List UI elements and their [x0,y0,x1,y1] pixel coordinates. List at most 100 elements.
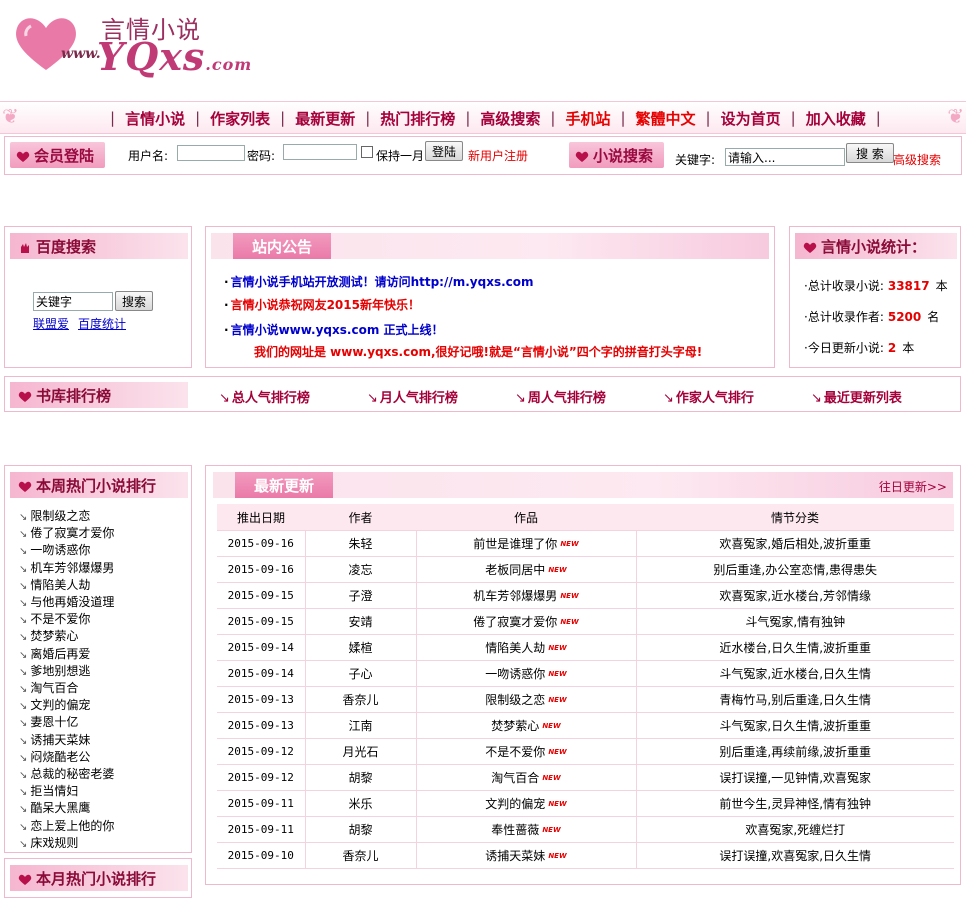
author-text[interactable]: 月光石 [342,745,378,759]
nav-link[interactable]: 最新更新 [295,108,355,129]
author-text[interactable]: 子心 [348,667,372,681]
cell-title[interactable]: 限制级之恋 NEW [416,686,637,713]
keyword-input[interactable] [725,148,845,166]
cell-title[interactable]: 老板同居中 NEW [416,556,637,583]
advanced-search-link[interactable]: 高级搜索 [893,151,941,168]
weekly-hot-item[interactable]: ↘ 离婚后再爱 [19,645,90,662]
author-text[interactable]: 安靖 [348,615,372,629]
ranking-link[interactable]: ↘ 周人气排行榜 [515,387,606,406]
site-logo[interactable]: 言情小说 www. YQxs.com [5,6,251,79]
weekly-hot-item[interactable]: ↘ 闷烧酷老公 [19,748,90,765]
weekly-hot-item[interactable]: ↘ 淘气百合 [19,679,78,696]
cell-title[interactable]: 诱捕天菜妹 NEW [416,842,637,869]
cell-author[interactable]: 月光石 [305,738,417,765]
cell-author[interactable]: 子心 [305,660,417,687]
cell-author[interactable]: 凌忘 [305,556,417,583]
author-text[interactable]: 香奈儿 [342,849,378,863]
cell-title[interactable]: 一吻诱惑你 NEW [416,660,637,687]
title-text[interactable]: 前世是谁理了你 [473,537,557,551]
baidu-search-input[interactable] [33,292,113,311]
nav-link[interactable]: 加入收藏 [806,108,866,129]
author-text[interactable]: 米乐 [348,797,372,811]
baidu-search-button[interactable]: 搜索 [115,291,153,311]
weekly-hot-item[interactable]: ↘ 焚梦萦心 [19,627,78,644]
title-text[interactable]: 限制级之恋 [485,693,545,707]
cell-title[interactable]: 机车芳邻爆爆男 NEW [416,582,637,609]
weekly-hot-item[interactable]: ↘ 恋上爱上他的你 [19,817,114,834]
notice-line[interactable]: 我们的网址是 www.yqxs.com,很好记哦!就是“言情小说”四个字的拼音打… [254,343,702,360]
remember-checkbox[interactable] [361,146,373,158]
weekly-hot-item[interactable]: ↘ 倦了寂寞才爱你 [19,524,114,541]
title-text[interactable]: 奉性蔷薇 [491,823,539,837]
nav-link[interactable]: 高级搜索 [480,108,540,129]
cell-author[interactable]: 江南 [305,712,417,739]
ranking-link[interactable]: ↘ 作家人气排行 [663,387,754,406]
weekly-hot-item[interactable]: ↘ 床戏规则 [19,834,78,851]
weekly-hot-item[interactable]: ↘ 酷呆大黑鹰 [19,799,90,816]
author-text[interactable]: 凌忘 [348,563,372,577]
weekly-hot-item[interactable]: ↘ 不是不爱你 [19,610,90,627]
username-input[interactable] [177,145,245,161]
search-button[interactable]: 搜 索 [846,143,894,163]
author-text[interactable]: 子澄 [348,589,372,603]
title-text[interactable]: 情陷美人劫 [485,641,545,655]
author-text[interactable]: 媃楦 [348,641,372,655]
nav-link[interactable]: 繁體中文 [636,108,696,129]
weekly-hot-item[interactable]: ↘ 爹地别想逃 [19,662,90,679]
cell-title[interactable]: 前世是谁理了你 NEW [416,530,637,557]
ranking-link[interactable]: ↘ 最近更新列表 [811,387,902,406]
cell-author[interactable]: 子澄 [305,582,417,609]
title-text[interactable]: 老板同居中 [485,563,545,577]
cell-title[interactable]: 焚梦萦心 NEW [416,712,637,739]
author-text[interactable]: 胡黎 [348,771,372,785]
union-link[interactable]: 联盟爱 [33,315,69,332]
nav-link[interactable]: 作家列表 [210,108,270,129]
author-text[interactable]: 香奈儿 [342,693,378,707]
cell-author[interactable]: 胡黎 [305,764,417,791]
cell-title[interactable]: 奉性蔷薇 NEW [416,816,637,843]
weekly-hot-item[interactable]: ↘ 情陷美人劫 [19,576,90,593]
cell-author[interactable]: 媃楦 [305,634,417,661]
notice-line[interactable]: · 言情小说www.yqxs.com 正式上线！ [224,321,444,338]
title-text[interactable]: 焚梦萦心 [491,719,539,733]
author-text[interactable]: 胡黎 [348,823,372,837]
cell-author[interactable]: 米乐 [305,790,417,817]
title-text[interactable]: 诱捕天菜妹 [485,849,545,863]
notice-line[interactable]: · 言情小说恭祝网友2015新年快乐！ [224,296,420,313]
cell-author[interactable]: 安靖 [305,608,417,635]
cell-title[interactable]: 文判的偏宠 NEW [416,790,637,817]
cell-author[interactable]: 胡黎 [305,816,417,843]
weekly-hot-item[interactable]: ↘ 与他再婚没道理 [19,593,114,610]
weekly-hot-item[interactable]: ↘ 诱捕天菜妹 [19,731,90,748]
cell-author[interactable]: 香奈儿 [305,686,417,713]
cell-title[interactable]: 淘气百合 NEW [416,764,637,791]
weekly-hot-item[interactable]: ↘ 拒当情妇 [19,782,78,799]
ranking-link[interactable]: ↘ 总人气排行榜 [219,387,310,406]
notice-line[interactable]: · 言情小说手机站开放测试！请访问http://m.yqxs.com [224,273,534,290]
title-text[interactable]: 机车芳邻爆爆男 [473,589,557,603]
baidu-stats-link[interactable]: 百度统计 [78,315,126,332]
title-text[interactable]: 淘气百合 [491,771,539,785]
cell-title[interactable]: 情陷美人劫 NEW [416,634,637,661]
nav-link[interactable]: 言情小说 [125,108,185,129]
weekly-hot-item[interactable]: ↘ 限制级之恋 [19,507,90,524]
title-text[interactable]: 不是不爱你 [485,745,545,759]
title-text[interactable]: 文判的偏宠 [485,797,545,811]
cell-author[interactable]: 香奈儿 [305,842,417,869]
weekly-hot-item[interactable]: ↘ 文判的偏宠 [19,696,90,713]
ranking-link[interactable]: ↘ 月人气排行榜 [367,387,458,406]
nav-link[interactable]: 热门排行榜 [380,108,455,129]
title-text[interactable]: 倦了寂寞才爱你 [473,615,557,629]
cell-title[interactable]: 倦了寂寞才爱你 NEW [416,608,637,635]
weekly-hot-item[interactable]: ↘ 总裁的秘密老婆 [19,765,114,782]
weekly-hot-item[interactable]: ↘ 机车芳邻爆爆男 [19,559,114,576]
password-input[interactable] [283,144,357,160]
login-button[interactable]: 登陆 [425,141,463,161]
nav-link[interactable]: 手机站 [565,108,610,129]
cell-title[interactable]: 不是不爱你 NEW [416,738,637,765]
past-updates-link[interactable]: 往日更新>> [879,478,947,495]
nav-link[interactable]: 设为首页 [721,108,781,129]
weekly-hot-item[interactable]: ↘ 妻恩十亿 [19,713,78,730]
author-text[interactable]: 江南 [348,719,372,733]
author-text[interactable]: 朱轻 [348,537,372,551]
